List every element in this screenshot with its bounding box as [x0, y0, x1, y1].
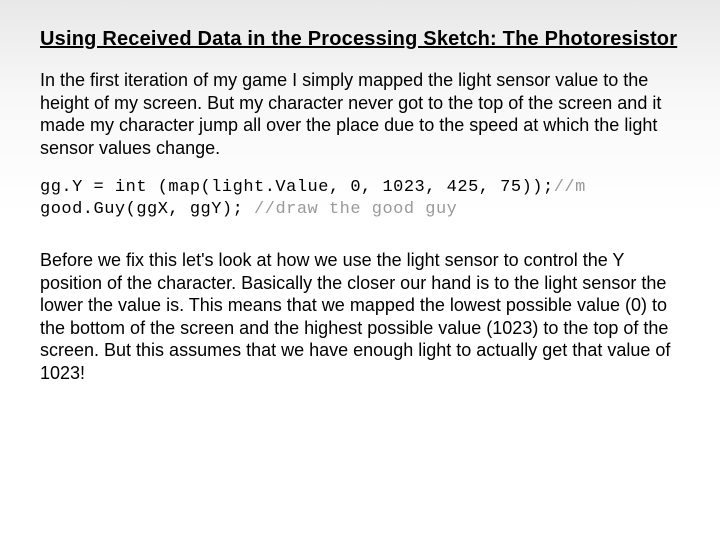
paragraph-explanation: Before we fix this let's look at how we …: [40, 249, 680, 384]
code-text: good.Guy(ggX, ggY);: [40, 200, 254, 219]
code-snippet: gg.Y = int (map(light.Value, 0, 1023, 42…: [40, 177, 680, 221]
code-line-1: gg.Y = int (map(light.Value, 0, 1023, 42…: [40, 177, 680, 199]
code-comment: //m: [554, 178, 586, 197]
slide-title: Using Received Data in the Processing Sk…: [40, 28, 680, 51]
code-line-2: good.Guy(ggX, ggY); //draw the good guy: [40, 199, 680, 221]
paragraph-intro: In the first iteration of my game I simp…: [40, 69, 680, 159]
code-text: gg.Y = int (map(light.Value, 0, 1023, 42…: [40, 178, 554, 197]
slide-content: Using Received Data in the Processing Sk…: [0, 0, 720, 384]
code-comment: //draw the good guy: [254, 200, 457, 219]
